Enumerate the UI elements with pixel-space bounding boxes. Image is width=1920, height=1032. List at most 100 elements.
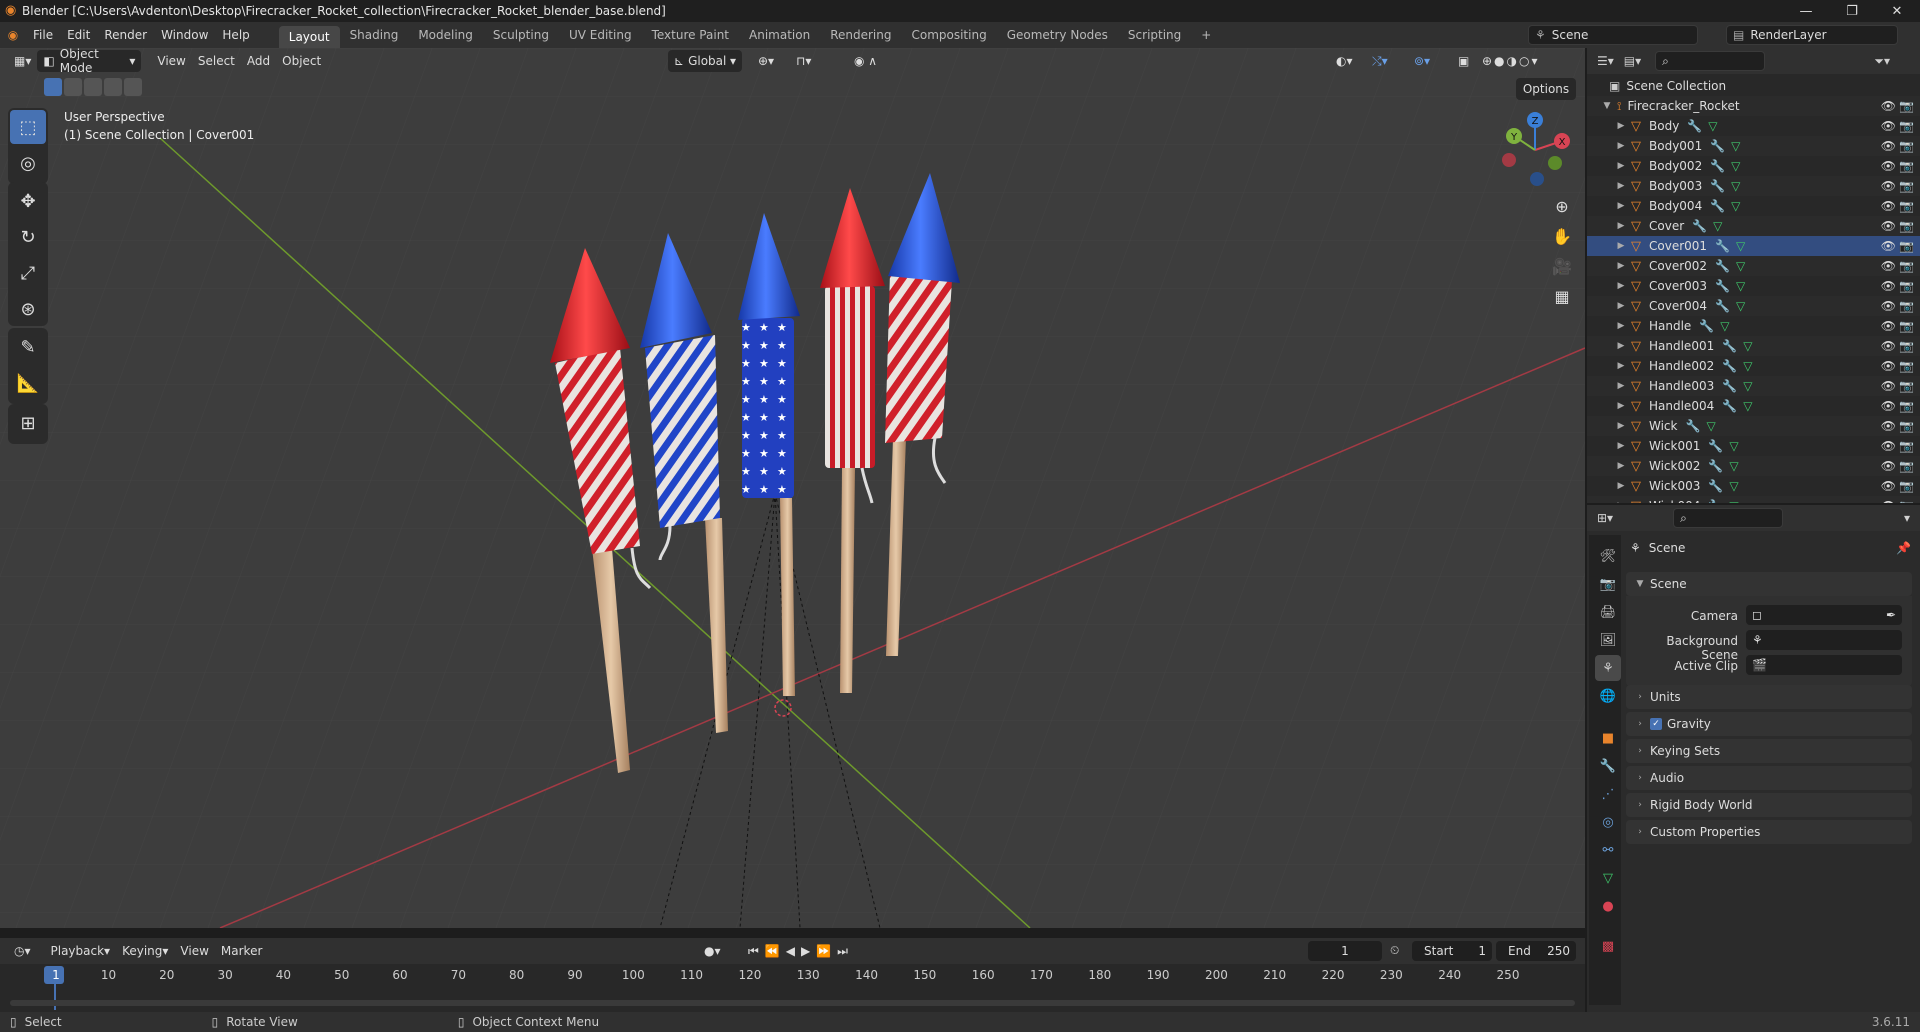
panel-audio-header[interactable]: › Audio	[1626, 766, 1912, 790]
menu-select[interactable]: Select	[192, 50, 241, 72]
pin-icon[interactable]: 📌	[1896, 541, 1911, 555]
expand-triangle-icon[interactable]: ▶	[1615, 221, 1627, 231]
modifier-wrench-icon[interactable]: 🔧	[1687, 119, 1702, 133]
expand-triangle-icon[interactable]: ▶	[1615, 401, 1627, 411]
outliner-object-row[interactable]: ▶ ▽ Cover001 🔧 ▽ 👁 📷	[1587, 236, 1920, 256]
outliner-object-row[interactable]: ▶ ▽ Wick003 🔧 ▽ 👁 📷	[1587, 476, 1920, 496]
outliner-editor-type-icon[interactable]: ☰▾	[1597, 54, 1614, 68]
menu-render[interactable]: Render	[97, 22, 154, 48]
outliner-root-row[interactable]: ▣ Scene Collection	[1587, 76, 1920, 96]
menu-object[interactable]: Object	[276, 50, 327, 72]
modifier-wrench-icon[interactable]: 🔧	[1699, 319, 1714, 333]
transform-orientation-dropdown[interactable]: ⊾ Global ▾	[668, 50, 742, 72]
render-camera-icon[interactable]: 📷	[1899, 419, 1914, 433]
outliner-collection-row[interactable]: ▼ ⟟ Firecracker_Rocket 👁 📷	[1587, 96, 1920, 116]
tab-layout[interactable]: Layout	[278, 26, 340, 48]
rotate-tool-icon[interactable]: ↻	[10, 220, 46, 254]
panel-scene-header[interactable]: ▼ Scene	[1626, 572, 1912, 596]
render-camera-icon[interactable]: 📷	[1899, 259, 1914, 273]
outliner-object-row[interactable]: ▶ ▽ Wick001 🔧 ▽ 👁 📷	[1587, 436, 1920, 456]
snap-icon[interactable]: ⊓▾	[790, 50, 817, 72]
select-box-tool-icon[interactable]: ⬚	[10, 110, 46, 144]
modifier-wrench-icon[interactable]: 🔧	[1715, 259, 1730, 273]
panel-rigid-body-world-header[interactable]: › Rigid Body World	[1626, 793, 1912, 817]
visibility-eye-icon[interactable]: 👁	[1881, 379, 1896, 393]
expand-triangle-icon[interactable]: ▶	[1615, 321, 1627, 331]
view-layer-selector[interactable]: ▤ RenderLayer	[1726, 25, 1898, 45]
outliner-object-row[interactable]: ▶ ▽ Wick002 🔧 ▽ 👁 📷	[1587, 456, 1920, 476]
panel-units-header[interactable]: › Units	[1626, 685, 1912, 709]
mesh-data-icon[interactable]: ▽	[1736, 259, 1745, 273]
menu-file[interactable]: File	[26, 22, 60, 48]
render-camera-icon[interactable]: 📷	[1899, 439, 1914, 453]
expand-triangle-icon[interactable]: ▶	[1615, 141, 1627, 151]
expand-triangle-icon[interactable]: ▶	[1615, 421, 1627, 431]
visibility-eye-icon[interactable]: 👁	[1881, 99, 1896, 113]
scene-tab-icon[interactable]: ⚘	[1595, 655, 1621, 681]
visibility-eye-icon[interactable]: 👁	[1881, 219, 1896, 233]
expand-triangle-icon[interactable]: ▶	[1615, 341, 1627, 351]
select-subtract-icon[interactable]	[84, 78, 102, 96]
visibility-eye-icon[interactable]: 👁	[1881, 179, 1896, 193]
outliner-object-row[interactable]: ▶ ▽ Cover004 🔧 ▽ 👁 📷	[1587, 296, 1920, 316]
outliner-object-row[interactable]: ▶ ▽ Body003 🔧 ▽ 👁 📷	[1587, 176, 1920, 196]
preview-range-icon[interactable]: ⏲	[1390, 943, 1399, 958]
texture-tab-icon[interactable]: ▩	[1595, 933, 1621, 959]
record-icon[interactable]: ●▾	[698, 940, 727, 962]
outliner-object-row[interactable]: ▶ ▽ Handle 🔧 ▽ 👁 📷	[1587, 316, 1920, 336]
modifier-wrench-icon[interactable]: 🔧	[1722, 399, 1737, 413]
outliner-object-row[interactable]: ▶ ▽ Body001 🔧 ▽ 👁 📷	[1587, 136, 1920, 156]
mode-dropdown[interactable]: ◧ Object Mode ▾	[37, 47, 142, 75]
render-camera-icon[interactable]: 📷	[1899, 239, 1914, 253]
visibility-eye-icon[interactable]: 👁	[1881, 139, 1896, 153]
expand-triangle-icon[interactable]: ▶	[1615, 161, 1627, 171]
modifier-wrench-icon[interactable]: 🔧	[1708, 499, 1723, 503]
render-camera-icon[interactable]: 📷	[1899, 499, 1914, 503]
add-cube-tool-icon[interactable]: ⊞	[10, 406, 46, 440]
proportional-edit-icon[interactable]: ◉ ∧	[848, 50, 883, 72]
shading-modes-icon[interactable]: ⊕●◑○▾	[1476, 50, 1546, 72]
expand-triangle-icon[interactable]: ▶	[1615, 301, 1627, 311]
background-scene-field[interactable]: ⚘	[1746, 630, 1902, 650]
mesh-data-icon[interactable]: ▽	[1736, 299, 1745, 313]
annotate-tool-icon[interactable]: ✎	[10, 330, 46, 364]
visibility-eye-icon[interactable]: 👁	[1881, 299, 1896, 313]
overlays-icon[interactable]: ⊚▾	[1408, 50, 1436, 72]
expand-triangle-icon[interactable]: ▼	[1601, 101, 1613, 111]
outliner-object-row[interactable]: ▶ ▽ Handle002 🔧 ▽ 👁 📷	[1587, 356, 1920, 376]
visibility-eye-icon[interactable]: 👁	[1881, 359, 1896, 373]
visibility-eye-icon[interactable]: 👁	[1881, 439, 1896, 453]
outliner-object-row[interactable]: ▶ ▽ Handle004 🔧 ▽ 👁 📷	[1587, 396, 1920, 416]
expand-triangle-icon[interactable]: ▶	[1615, 241, 1627, 251]
particles-tab-icon[interactable]: ⋰	[1595, 781, 1621, 807]
outliner-object-row[interactable]: ▶ ▽ Handle001 🔧 ▽ 👁 📷	[1587, 336, 1920, 356]
outliner-search-input[interactable]: ⌕	[1655, 51, 1766, 71]
visibility-eye-icon[interactable]: 👁	[1881, 479, 1896, 493]
mesh-data-icon[interactable]: ▽	[1743, 359, 1752, 373]
blender-menu-icon[interactable]: ◉	[0, 28, 26, 42]
select-intersect-icon[interactable]	[124, 78, 142, 96]
render-camera-icon[interactable]: 📷	[1899, 219, 1914, 233]
modifier-wrench-icon[interactable]: 🔧	[1685, 419, 1700, 433]
visibility-eye-icon[interactable]: 👁	[1881, 239, 1896, 253]
constraints-tab-icon[interactable]: ⚯	[1595, 837, 1621, 863]
modifier-wrench-icon[interactable]: 🔧	[1715, 279, 1730, 293]
mesh-data-icon[interactable]: ▽	[1706, 419, 1715, 433]
outliner-object-row[interactable]: ▶ ▽ Cover 🔧 ▽ 👁 📷	[1587, 216, 1920, 236]
outliner-object-row[interactable]: ▶ ▽ Handle003 🔧 ▽ 👁 📷	[1587, 376, 1920, 396]
menu-edit[interactable]: Edit	[60, 22, 97, 48]
expand-triangle-icon[interactable]: ▶	[1615, 121, 1627, 131]
tab-animation[interactable]: Animation	[739, 22, 820, 48]
filter-icon[interactable]: ⏷▾	[1874, 54, 1890, 69]
select-new-icon[interactable]	[44, 78, 62, 96]
render-camera-icon[interactable]: 📷	[1899, 279, 1914, 293]
ortho-toggle-icon[interactable]: ▦	[1548, 282, 1576, 310]
pan-hand-icon[interactable]: ✋	[1548, 222, 1576, 250]
scene-selector[interactable]: ⚘ Scene	[1528, 25, 1698, 45]
visibility-eye-icon[interactable]: 👁	[1881, 419, 1896, 433]
tab-scripting[interactable]: Scripting	[1118, 22, 1191, 48]
object-tab-icon[interactable]: ■	[1595, 725, 1621, 751]
move-tool-icon[interactable]: ✥	[10, 184, 46, 218]
render-camera-icon[interactable]: 📷	[1899, 199, 1914, 213]
render-camera-icon[interactable]: 📷	[1899, 479, 1914, 493]
